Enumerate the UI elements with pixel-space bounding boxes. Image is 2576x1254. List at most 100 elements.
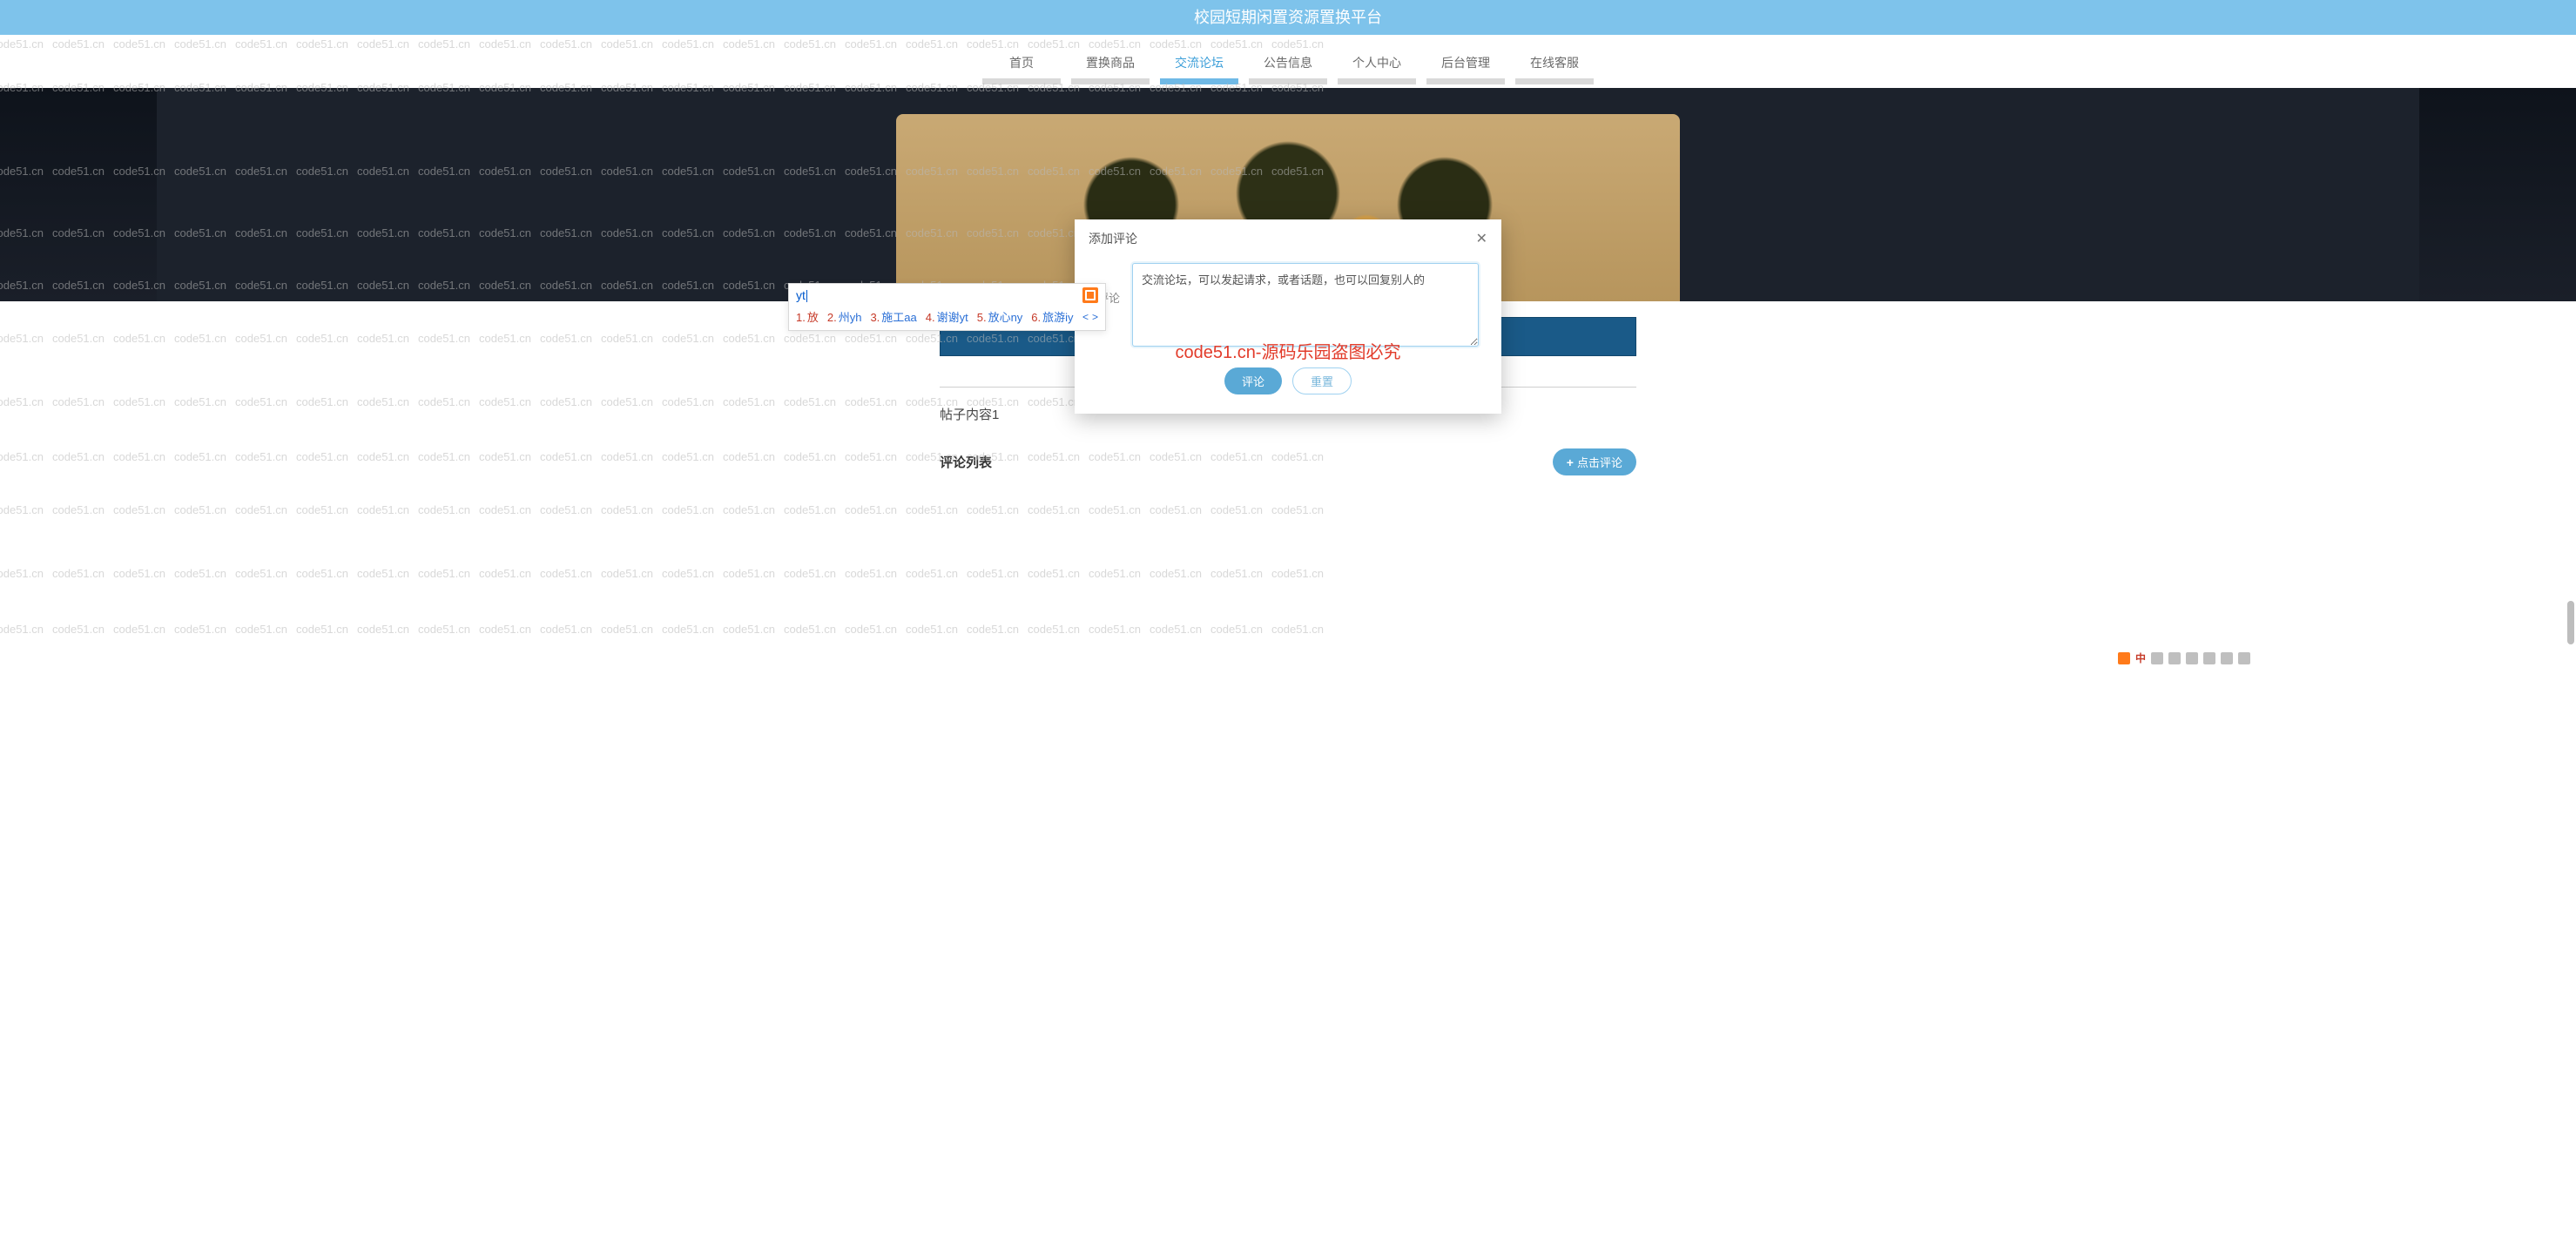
- ime-candidate-2[interactable]: 2.州yh: [827, 308, 862, 325]
- watermark-text: code51.cn: [906, 567, 958, 580]
- watermark-text: code51.cn: [662, 395, 714, 408]
- watermark-text: code51.cn: [113, 623, 165, 636]
- watermark-text: code51.cn: [1210, 623, 1263, 636]
- nav-tab-1[interactable]: 置换商品: [1071, 47, 1150, 88]
- watermark-text: code51.cn: [845, 450, 897, 463]
- ime-candidate-index: 5.: [977, 311, 987, 324]
- nav-tab-3[interactable]: 公告信息: [1249, 47, 1327, 88]
- watermark-text: code51.cn: [52, 503, 105, 516]
- watermark-text: code51.cn: [1150, 623, 1202, 636]
- watermark-text: code51.cn: [784, 332, 836, 345]
- watermark-text: code51.cn: [784, 395, 836, 408]
- nav-tab-label: 后台管理: [1441, 56, 1490, 70]
- watermark-text: code51.cn: [967, 567, 1019, 580]
- nav-tab-0[interactable]: 首页: [982, 47, 1061, 88]
- modal-title: 添加评论: [1089, 230, 1137, 247]
- ime-candidate-4[interactable]: 4.谢谢yt: [926, 308, 968, 325]
- nav-tab-label: 置换商品: [1086, 56, 1135, 70]
- watermark-text: code51.cn: [601, 567, 653, 580]
- ime-status-lang: 中: [2135, 651, 2146, 665]
- watermark-text: code51.cn: [784, 623, 836, 636]
- watermark-text: code51.cn: [52, 395, 105, 408]
- watermark-text: code51.cn: [1028, 623, 1080, 636]
- ime-candidate-word: 旅游iy: [1042, 311, 1073, 324]
- comment-textarea[interactable]: [1132, 263, 1479, 347]
- watermark-text: code51.cn: [906, 623, 958, 636]
- nav-tab-underline: [1515, 78, 1594, 84]
- watermark-text: code51.cn: [540, 567, 592, 580]
- watermark-text: code51.cn: [0, 395, 44, 408]
- watermark-text: code51.cn: [0, 623, 44, 636]
- ime-candidate-5[interactable]: 5.放心ny: [977, 308, 1023, 325]
- watermark-text: code51.cn: [479, 450, 531, 463]
- watermark-text: code51.cn: [1271, 567, 1324, 580]
- ime-page-nav[interactable]: <>: [1082, 311, 1098, 323]
- ime-candidate-3[interactable]: 3.施工aa: [870, 308, 916, 325]
- watermark-text: code51.cn: [235, 332, 287, 345]
- ime-status-logo-icon: [2118, 652, 2130, 664]
- modal-header: 添加评论 ✕: [1075, 219, 1501, 258]
- watermark-text: code51.cn: [418, 503, 470, 516]
- watermark-text: code51.cn: [601, 450, 653, 463]
- watermark-text: code51.cn: [845, 623, 897, 636]
- watermark-text: code51.cn: [845, 567, 897, 580]
- modal-close-button[interactable]: ✕: [1476, 230, 1487, 247]
- watermark-text: code51.cn: [174, 503, 226, 516]
- nav-tab-label: 交流论坛: [1175, 56, 1224, 70]
- watermark-text: code51.cn: [174, 395, 226, 408]
- watermark-text: code51.cn: [0, 332, 44, 345]
- ime-candidate-index: 2.: [827, 311, 837, 324]
- modal-footer: 评论 重置: [1075, 362, 1501, 414]
- site-banner: 校园短期闲置资源置换平台: [0, 0, 2576, 35]
- watermark-text: code51.cn: [0, 503, 44, 516]
- watermark-text: code51.cn: [235, 450, 287, 463]
- ime-candidate-6[interactable]: 6.旅游iy: [1031, 308, 1073, 325]
- ime-status-icon-5: [2221, 652, 2233, 664]
- nav-tab-5[interactable]: 后台管理: [1426, 47, 1505, 88]
- watermark-text: code51.cn: [479, 395, 531, 408]
- scrollbar-thumb[interactable]: [2567, 601, 2574, 644]
- add-comment-button[interactable]: + 点击评论: [1553, 448, 1636, 475]
- watermark-text: code51.cn: [0, 567, 44, 580]
- watermark-text: code51.cn: [357, 623, 409, 636]
- ime-status-icon-1: [2151, 652, 2163, 664]
- add-comment-modal: 添加评论 ✕ 评论 评论 重置: [1075, 219, 1501, 414]
- modal-submit-button[interactable]: 评论: [1224, 367, 1282, 394]
- nav-tab-underline: [1071, 78, 1150, 84]
- plus-icon: +: [1567, 455, 1574, 469]
- nav-tab-4[interactable]: 个人中心: [1338, 47, 1416, 88]
- nav-tab-2[interactable]: 交流论坛: [1160, 47, 1238, 88]
- ime-candidate-word: 谢谢yt: [937, 311, 968, 324]
- ime-status-icon-4: [2203, 652, 2215, 664]
- watermark-text: code51.cn: [723, 623, 775, 636]
- watermark-text: code51.cn: [174, 332, 226, 345]
- watermark-text: code51.cn: [174, 623, 226, 636]
- watermark-text: code51.cn: [357, 567, 409, 580]
- watermark-text: code51.cn: [906, 503, 958, 516]
- nav-tab-6[interactable]: 在线客服: [1515, 47, 1594, 88]
- comment-list-header: 评论列表 + 点击评论: [940, 445, 1636, 479]
- watermark-text: code51.cn: [723, 395, 775, 408]
- watermark-text: code51.cn: [357, 395, 409, 408]
- ime-candidate-index: 4.: [926, 311, 935, 324]
- watermark-text: code51.cn: [601, 395, 653, 408]
- watermark-text: code51.cn: [113, 567, 165, 580]
- ime-candidate-index: 6.: [1031, 311, 1041, 324]
- watermark-text: code51.cn: [418, 332, 470, 345]
- ime-candidate-1[interactable]: 1.放: [796, 308, 819, 325]
- watermark-text: code51.cn: [235, 567, 287, 580]
- nav-tab-label: 在线客服: [1530, 56, 1579, 70]
- watermark-text: code51.cn: [418, 567, 470, 580]
- ime-candidate-row[interactable]: 1.放 2.州yh 3.施工aa 4.谢谢yt 5.放心ny 6.旅游iy <>: [789, 305, 1105, 330]
- watermark-text: code51.cn: [662, 450, 714, 463]
- modal-reset-button[interactable]: 重置: [1292, 367, 1352, 394]
- watermark-text: code51.cn: [1089, 623, 1141, 636]
- watermark-text: code51.cn: [540, 395, 592, 408]
- watermark-text: code51.cn: [662, 623, 714, 636]
- watermark-text: code51.cn: [479, 623, 531, 636]
- ime-input-row: yt: [789, 284, 1105, 305]
- watermark-text: code51.cn: [479, 567, 531, 580]
- watermark-text: code51.cn: [296, 623, 348, 636]
- watermark-text: code51.cn: [235, 395, 287, 408]
- watermark-text: code51.cn: [662, 503, 714, 516]
